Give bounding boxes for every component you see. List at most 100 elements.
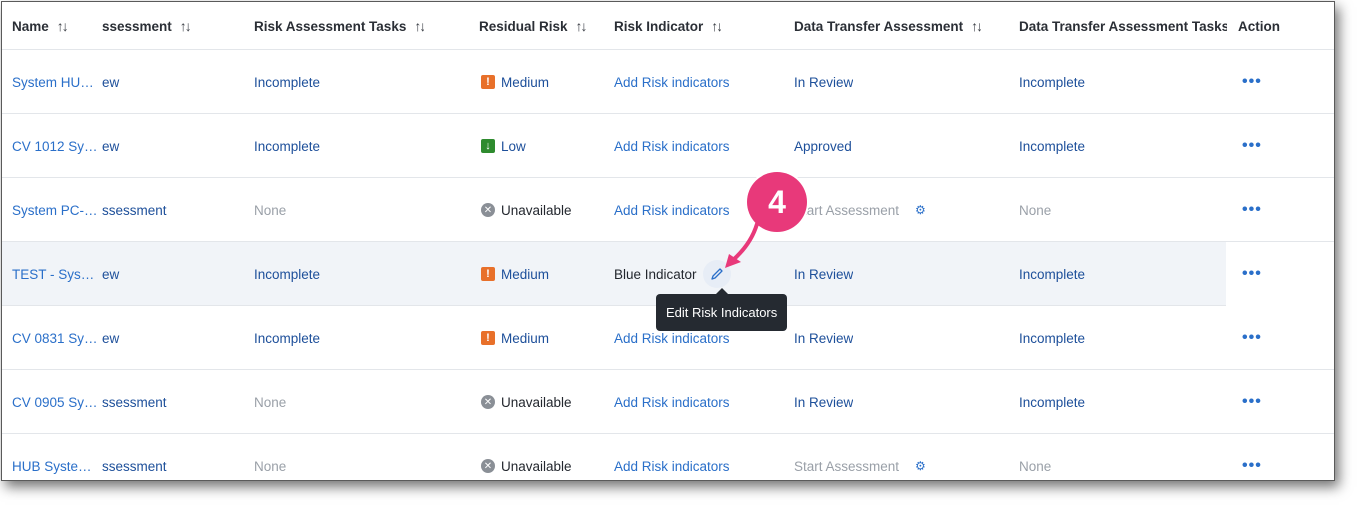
data-transfer-assessment-tasks-status[interactable]: Incomplete — [1019, 395, 1085, 410]
risk-assessment-tasks-status[interactable]: Incomplete — [254, 331, 320, 346]
data-transfer-assessment-tasks-status[interactable]: Incomplete — [1019, 331, 1085, 346]
row-name-link[interactable]: CV 0905 Sy… — [12, 370, 98, 434]
risk-assessment-tasks-status[interactable]: Incomplete — [254, 267, 320, 282]
data-transfer-assessment-tasks-cell[interactable]: None — [1019, 178, 1051, 242]
header-risk-assessment-tasks[interactable]: Risk Assessment Tasks ↑↓ — [254, 2, 424, 50]
header-name[interactable]: Name ↑↓ — [12, 2, 67, 50]
assessment-cell[interactable]: ssessment — [102, 370, 242, 434]
row-name-link[interactable]: HUB System… — [12, 434, 98, 480]
sort-icon[interactable]: ↑↓ — [711, 18, 721, 34]
gear-icon[interactable]: ⚙ — [915, 459, 926, 473]
row-name-link[interactable]: CV 0831 Sys… — [12, 306, 98, 370]
row-actions-button[interactable]: ••• — [1242, 370, 1262, 434]
data-transfer-assessment-tasks-cell[interactable]: Incomplete — [1019, 114, 1085, 178]
data-transfer-assessment-status[interactable]: In Review — [794, 331, 853, 346]
data-transfer-assessment-tasks-status[interactable]: Incomplete — [1019, 267, 1085, 282]
risk-assessment-tasks-cell[interactable]: None — [254, 434, 286, 480]
more-options-icon[interactable]: ••• — [1242, 393, 1262, 411]
assessment-cell[interactable]: ew — [102, 50, 242, 114]
add-risk-indicators-link[interactable]: Add Risk indicators — [614, 203, 730, 218]
assessment-cell[interactable]: ssessment — [102, 178, 242, 242]
data-transfer-assessment-status[interactable]: In Review — [794, 395, 853, 410]
more-options-icon[interactable]: ••• — [1242, 457, 1262, 475]
row-actions-button[interactable]: ••• — [1242, 242, 1262, 306]
row-name-link[interactable]: CV 1012 Syst… — [12, 114, 98, 178]
row-name-link[interactable]: TEST - Syste… — [12, 242, 98, 306]
header-assessment[interactable]: ssessment ↑↓ — [102, 2, 242, 50]
data-transfer-assessment-status[interactable]: In Review — [794, 267, 853, 282]
warning-icon: ! — [481, 331, 495, 345]
add-risk-indicators-link[interactable]: Add Risk indicators — [614, 459, 730, 474]
residual-risk-value: Medium — [501, 74, 550, 90]
risk-indicator-value: Blue Indicator — [614, 266, 697, 282]
risk-assessment-tasks-cell[interactable]: Incomplete — [254, 114, 320, 178]
sort-icon[interactable]: ↑↓ — [180, 18, 192, 34]
assessment-cell[interactable]: ew — [102, 114, 242, 178]
risk-assessment-tasks-cell[interactable]: Incomplete — [254, 306, 320, 370]
residual-risk-cell: ↓ Low — [481, 114, 526, 178]
risk-assessment-tasks-cell[interactable]: Incomplete — [254, 50, 320, 114]
more-options-icon[interactable]: ••• — [1242, 201, 1262, 219]
assessment-cell[interactable]: ssessment — [102, 434, 242, 480]
risk-assessment-tasks-status: None — [254, 394, 287, 410]
add-risk-indicators-link[interactable]: Add Risk indicators — [614, 331, 730, 346]
sort-icon[interactable]: ↑↓ — [57, 18, 67, 34]
row-name-link[interactable]: System HUB… — [12, 50, 98, 114]
row-actions-button[interactable]: ••• — [1242, 434, 1262, 480]
start-assessment-link[interactable]: Start Assessment — [794, 459, 899, 474]
add-risk-indicators-link[interactable]: Add Risk indicators — [614, 139, 730, 154]
more-options-icon[interactable]: ••• — [1242, 329, 1262, 347]
row-name-link[interactable]: System PC-… — [12, 178, 98, 242]
data-transfer-assessment-cell: Start Assessment ⚙ — [794, 178, 926, 242]
header-data-transfer-assessment[interactable]: Data Transfer Assessment ↑↓ — [794, 2, 981, 50]
assessment-status[interactable]: ew — [102, 75, 119, 90]
table-header: Name ↑↓ ssessment ↑↓ Risk Assessment Tas… — [2, 2, 1334, 50]
add-risk-indicators-link[interactable]: Add Risk indicators — [614, 75, 730, 90]
callout-number: 4 — [768, 183, 786, 220]
more-options-icon[interactable]: ••• — [1242, 137, 1262, 155]
data-transfer-assessment-tasks-cell[interactable]: Incomplete — [1019, 242, 1085, 306]
header-data-transfer-assessment-tasks[interactable]: Data Transfer Assessment Tasks — [1019, 2, 1227, 50]
row-actions-button[interactable]: ••• — [1242, 114, 1262, 178]
row-name: System PC-… — [12, 202, 98, 218]
data-transfer-assessment-tasks-status[interactable]: Incomplete — [1019, 139, 1085, 154]
assessment-cell[interactable]: ew — [102, 242, 242, 306]
assessment-status[interactable]: ew — [102, 267, 119, 282]
header-risk-indicator[interactable]: Risk Indicator ↑↓ — [614, 2, 721, 50]
data-transfer-assessment-tasks-cell[interactable]: Incomplete — [1019, 306, 1085, 370]
gear-icon[interactable]: ⚙ — [915, 203, 926, 217]
assessment-status[interactable]: ssessment — [102, 395, 167, 410]
add-risk-indicators-link[interactable]: Add Risk indicators — [614, 395, 730, 410]
risk-assessment-tasks-cell[interactable]: Incomplete — [254, 242, 320, 306]
data-transfer-assessment-tasks-cell[interactable]: Incomplete — [1019, 50, 1085, 114]
start-assessment-link[interactable]: Start Assessment — [794, 203, 899, 218]
risk-assessment-tasks-cell[interactable]: None — [254, 178, 286, 242]
data-transfer-assessment-status[interactable]: Approved — [794, 139, 852, 154]
sort-icon[interactable]: ↑↓ — [414, 18, 424, 34]
more-options-icon[interactable]: ••• — [1242, 73, 1262, 91]
more-options-icon[interactable]: ••• — [1242, 265, 1262, 283]
risk-assessment-tasks-cell[interactable]: None — [254, 370, 286, 434]
assessment-status[interactable]: ew — [102, 139, 119, 154]
row-actions-button[interactable]: ••• — [1242, 50, 1262, 114]
risk-assessment-tasks-status[interactable]: Incomplete — [254, 139, 320, 154]
row-name: HUB System… — [12, 458, 98, 474]
data-transfer-assessment-cell: Approved — [794, 114, 852, 178]
assessment-cell[interactable]: ew — [102, 306, 242, 370]
data-transfer-assessment-status[interactable]: In Review — [794, 75, 853, 90]
table-row: CV 1012 Syst… ew Incomplete ↓ Low Add Ri… — [2, 114, 1334, 178]
data-transfer-assessment-tasks-status[interactable]: Incomplete — [1019, 75, 1085, 90]
risk-assessment-tasks-status[interactable]: Incomplete — [254, 75, 320, 90]
data-transfer-assessment-tasks-cell[interactable]: None — [1019, 434, 1051, 480]
assessment-status[interactable]: ew — [102, 331, 119, 346]
assessment-status[interactable]: ssessment — [102, 203, 167, 218]
table-row: System PC-… ssessment None ✕ Unavailable… — [2, 178, 1334, 242]
assessment-status[interactable]: ssessment — [102, 459, 167, 474]
row-actions-button[interactable]: ••• — [1242, 178, 1262, 242]
header-residual-risk[interactable]: Residual Risk ↑↓ — [479, 2, 586, 50]
data-transfer-assessment-tasks-cell[interactable]: Incomplete — [1019, 370, 1085, 434]
row-actions-button[interactable]: ••• — [1242, 306, 1262, 370]
sort-icon[interactable]: ↑↓ — [576, 18, 586, 34]
sort-icon[interactable]: ↑↓ — [971, 18, 981, 34]
data-transfer-assessment-cell: Start Assessment ⚙ — [794, 434, 926, 480]
